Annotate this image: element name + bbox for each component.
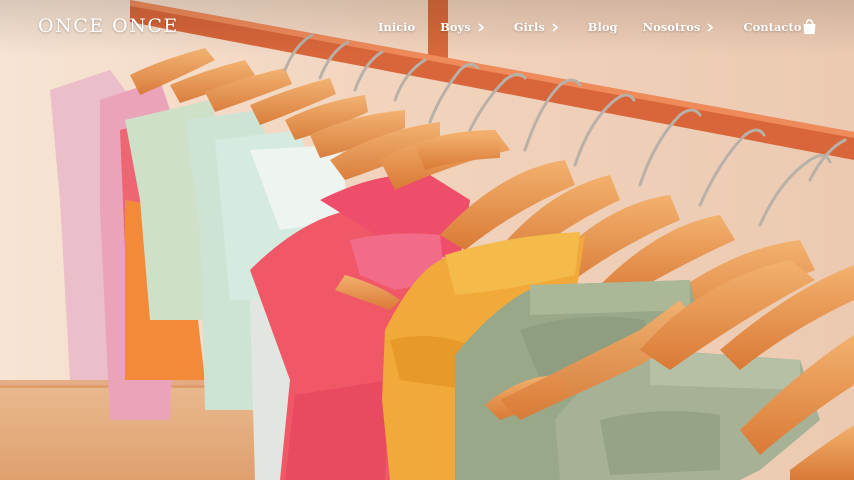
nav-item-label: Inicio bbox=[378, 20, 416, 34]
nav-item-contacto[interactable]: Contacto bbox=[743, 20, 801, 34]
chevron-right-icon bbox=[552, 22, 558, 32]
nav-item-label: Girls bbox=[513, 20, 545, 34]
nav-item-label: Nosotros bbox=[642, 20, 701, 34]
nav-item-nosotros[interactable]: Nosotros bbox=[643, 20, 714, 34]
main-nav: Inicio Boys Girls Blog Nosotros Contacto bbox=[378, 20, 801, 34]
nav-item-girls[interactable]: Girls bbox=[514, 20, 558, 34]
chevron-right-icon bbox=[707, 22, 714, 32]
hero-clothes-rack-picture bbox=[0, 0, 854, 480]
site-header: ONCE ONCE Inicio Boys Girls Blog Nosotro… bbox=[0, 0, 854, 56]
nav-item-label: Blog bbox=[587, 20, 618, 34]
nav-item-label: Boys bbox=[440, 20, 471, 34]
shopping-bag-icon[interactable] bbox=[802, 19, 817, 35]
chevron-right-icon bbox=[478, 22, 484, 32]
nav-item-blog[interactable]: Blog bbox=[588, 20, 618, 34]
hero-image bbox=[0, 0, 854, 480]
nav-item-boys[interactable]: Boys bbox=[440, 20, 484, 34]
nav-item-label: Contacto bbox=[743, 20, 802, 34]
brand-logo[interactable]: ONCE ONCE bbox=[38, 15, 179, 37]
nav-item-inicio[interactable]: Inicio bbox=[378, 20, 415, 34]
